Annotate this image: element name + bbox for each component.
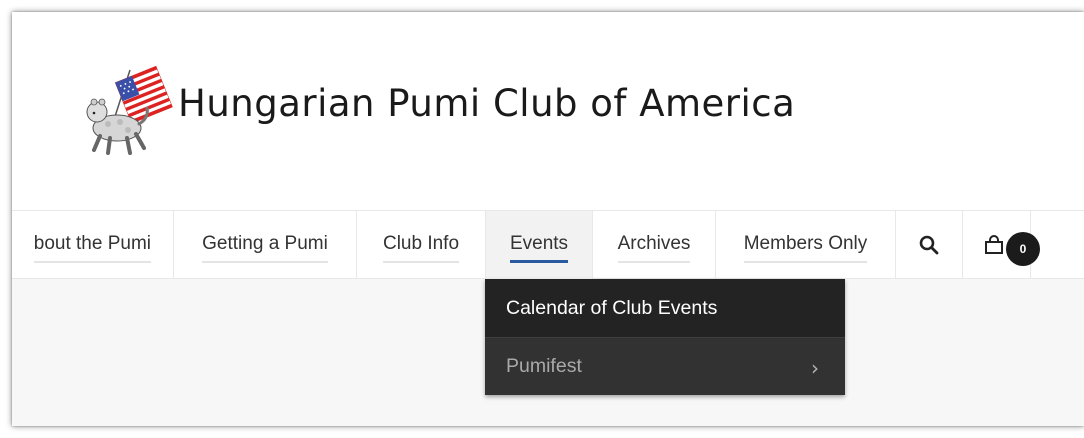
nav-item-label: Club Info [382, 233, 460, 254]
site-title[interactable]: Hungarian Pumi Club of America [178, 82, 795, 125]
dropdown-item-pumifest[interactable]: Pumifest › [485, 337, 845, 395]
search-button[interactable] [896, 211, 963, 279]
nav-item-label: Getting a Pumi [202, 233, 328, 254]
nav-item-label: Archives [617, 233, 691, 254]
nav-active-underline [509, 260, 569, 263]
nav-item-label: Members Only [743, 233, 868, 254]
dropdown-item-label: Calendar of Club Events [506, 296, 718, 319]
nav-item-about-the-pumi[interactable]: bout the Pumi [12, 211, 174, 279]
pumi-flag-logo-icon [86, 65, 173, 155]
nav-item-members-only[interactable]: Members Only [716, 211, 896, 279]
site-logo[interactable] [72, 50, 182, 160]
nav-underline [33, 261, 151, 263]
shopping-bag-icon [985, 235, 1003, 254]
nav-underline [202, 261, 328, 263]
nav-item-archives[interactable]: Archives [593, 211, 716, 279]
nav-item-club-info[interactable]: Club Info [357, 211, 486, 279]
chevron-right-icon: › [811, 356, 819, 380]
nav-item-events[interactable]: Events [486, 211, 593, 279]
nav-item-label: Events [509, 233, 569, 254]
site-header: Hungarian Pumi Club of America [12, 12, 1084, 212]
browser-page-frame: Hungarian Pumi Club of America bout the … [12, 12, 1084, 426]
nav-underline [617, 261, 691, 263]
dropdown-item-calendar-of-club-events[interactable]: Calendar of Club Events [485, 279, 845, 337]
events-dropdown-menu: Calendar of Club Events Pumifest › [485, 279, 845, 395]
dropdown-item-label: Pumifest [506, 355, 582, 377]
nav-item-getting-a-pumi[interactable]: Getting a Pumi [174, 211, 357, 279]
nav-underline [382, 261, 460, 263]
nav-underline [743, 261, 868, 263]
cart-count-badge[interactable]: 0 [1006, 232, 1040, 266]
main-navigation: bout the Pumi Getting a Pumi Club Info E… [12, 210, 1084, 279]
nav-item-label: bout the Pumi [33, 233, 151, 254]
search-icon [919, 235, 939, 255]
